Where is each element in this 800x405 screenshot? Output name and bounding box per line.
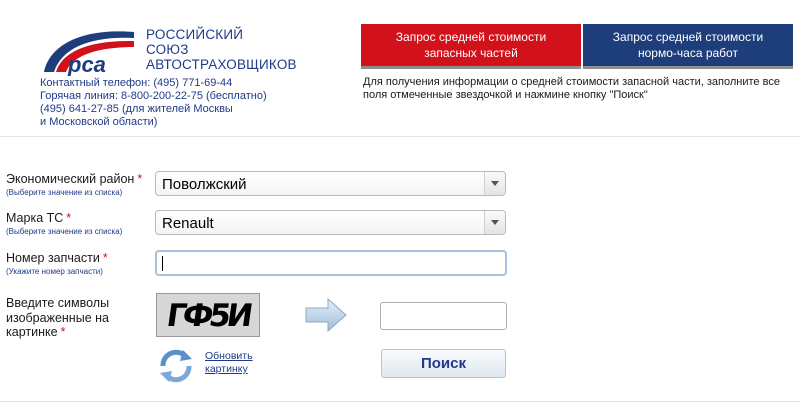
brand-hint: (Выберите значение из списка) (6, 227, 123, 236)
search-button[interactable]: Поиск (381, 349, 506, 378)
org-name-line: АВТОСТРАХОВЩИКОВ (146, 57, 297, 72)
refresh-link-line: Обновить (205, 350, 253, 362)
captcha-image-text: ГФ5И (164, 298, 252, 334)
captcha-input[interactable] (380, 302, 507, 330)
tab-label: Запрос средней стоимости (395, 30, 547, 44)
part-number-hint: (Укажите номер запчасти) (6, 267, 103, 276)
tab-label: запасных частей (424, 46, 518, 60)
arrow-right-icon (305, 297, 347, 333)
text-caret (162, 256, 163, 271)
required-mark: * (60, 325, 66, 339)
logo-text: рса (67, 52, 106, 76)
rsa-logo: рса (44, 31, 134, 76)
contact-line: (495) 641-27-85 (для жителей Москвы (40, 103, 233, 115)
brand-select-value: Renault (162, 215, 214, 232)
brand-label: Марка ТС (6, 211, 64, 225)
refresh-icon[interactable] (155, 346, 197, 386)
instruction-text: Для получения информации о средней стоим… (363, 76, 780, 101)
captcha-label-line: изображенные на (6, 310, 109, 325)
tab-spare-parts-cost[interactable]: Запрос средней стоимости запасных частей (361, 24, 581, 69)
required-mark: * (102, 251, 108, 265)
refresh-link-line: картинку (205, 363, 248, 375)
chevron-down-icon[interactable] (484, 172, 505, 195)
captcha-image: ГФ5И (156, 293, 260, 337)
captcha-label-line: Введите символы (6, 296, 110, 310)
part-number-input[interactable] (155, 250, 507, 276)
required-mark: * (66, 211, 72, 225)
tab-labor-hour-cost[interactable]: Запрос средней стоимости нормо-часа рабо… (583, 24, 793, 69)
part-number-label-group: Номер запчасти * (Укажите номер запчасти) (6, 251, 108, 276)
region-label-group: Экономический район * (Выберите значение … (6, 172, 142, 197)
contact-line: Горячая линия: 8-800-200-22-75 (бесплатн… (40, 90, 267, 102)
captcha-label-line: картинке (6, 325, 58, 339)
required-mark: * (137, 172, 143, 186)
part-number-label: Номер запчасти (6, 251, 100, 265)
refresh-captcha-link[interactable]: Обновить картинку (205, 350, 253, 376)
contact-line: Контактный телефон: (495) 771-69-44 (40, 77, 233, 89)
brand-label-group: Марка ТС * (Выберите значение из списка) (6, 211, 122, 236)
region-label: Экономический район (6, 172, 135, 186)
divider (0, 401, 800, 402)
region-select-value: Поволжский (162, 176, 247, 193)
contact-line: и Московской области) (40, 116, 158, 128)
chevron-down-icon[interactable] (484, 211, 505, 234)
contact-info: Контактный телефон: (495) 771-69-44 Горя… (40, 77, 267, 129)
captcha-label: Введите символы изображенные на картинке… (6, 296, 109, 340)
org-name-line: СОЮЗ (146, 42, 189, 57)
region-hint: (Выберите значение из списка) (6, 188, 123, 197)
org-name: РОССИЙСКИЙ СОЮЗ АВТОСТРАХОВЩИКОВ (146, 27, 297, 72)
brand-select[interactable]: Renault (155, 210, 506, 235)
tab-label: нормо-часа работ (638, 46, 738, 60)
region-select[interactable]: Поволжский (155, 171, 506, 196)
org-name-line: РОССИЙСКИЙ (146, 27, 244, 42)
divider (0, 136, 800, 137)
tab-label: Запрос средней стоимости (612, 30, 764, 44)
